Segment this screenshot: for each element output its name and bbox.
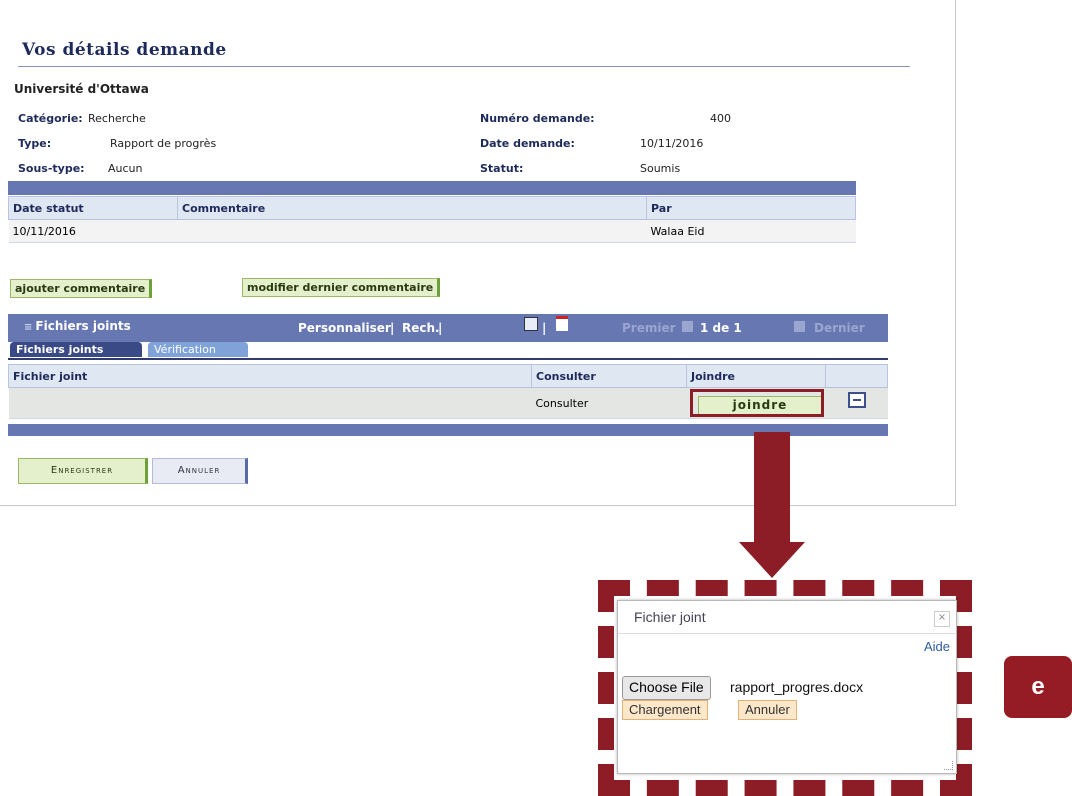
pager-first: Premier bbox=[622, 321, 676, 335]
edit-last-comment-button[interactable]: modifier dernier commentaire bbox=[242, 278, 441, 297]
grid-options-icon: ≡ bbox=[24, 322, 33, 333]
status-grid-bar bbox=[8, 181, 856, 195]
date-status-header: Date statut bbox=[8, 196, 178, 220]
separator-1: | bbox=[390, 321, 395, 335]
next-arrow-icon bbox=[794, 321, 805, 332]
personalize-link[interactable]: Personnaliser bbox=[298, 321, 391, 335]
attachments-title-text: Fichiers joints bbox=[35, 319, 131, 333]
request-number-value: 400 bbox=[710, 112, 731, 125]
title-divider bbox=[18, 66, 910, 67]
status-table: Date statut Commentaire Par 10/11/2016 W… bbox=[8, 196, 856, 243]
comment-cell bbox=[177, 219, 647, 243]
attachments-header-bar bbox=[8, 314, 888, 342]
request-details-panel: Vos détails demande Université d'Ottawa … bbox=[0, 0, 956, 506]
type-value: Rapport de progrès bbox=[110, 137, 217, 150]
subtype-label: Sous-type: bbox=[18, 162, 85, 175]
request-date-value: 10/11/2016 bbox=[640, 137, 704, 150]
upload-button[interactable]: Chargement bbox=[622, 700, 708, 720]
zoom-grid-icon[interactable] bbox=[524, 317, 538, 331]
request-number-label: Numéro demande: bbox=[480, 112, 595, 125]
file-header: Fichier joint bbox=[8, 364, 532, 388]
add-comment-button[interactable]: ajouter commentaire bbox=[10, 279, 153, 298]
category-value: Recherche bbox=[88, 112, 146, 125]
dialog-title: Fichier joint bbox=[634, 609, 706, 625]
choose-file-button[interactable]: Choose File bbox=[622, 676, 711, 700]
subtype-value: Aucun bbox=[108, 162, 143, 175]
attach-header: Joindre bbox=[686, 364, 826, 388]
request-date-label: Date demande: bbox=[480, 137, 575, 150]
attachment-dialog: Fichier joint × Aide Choose File rapport… bbox=[617, 600, 957, 774]
attach-highlight bbox=[690, 389, 824, 417]
category-label: Catégorie: bbox=[18, 112, 83, 125]
separator-3: | bbox=[542, 321, 547, 335]
resize-handle-icon[interactable] bbox=[944, 761, 953, 770]
page-title: Vos détails demande bbox=[22, 40, 227, 60]
save-button[interactable]: Enregistrer bbox=[18, 458, 148, 484]
step-badge: e bbox=[1004, 656, 1072, 718]
tab-underline bbox=[8, 358, 888, 360]
table-row: 10/11/2016 Walaa Eid bbox=[8, 219, 856, 243]
organization-name: Université d'Ottawa bbox=[14, 82, 149, 96]
search-link[interactable]: Rech. bbox=[402, 321, 440, 335]
view-header: Consulter bbox=[531, 364, 687, 388]
delete-row-icon[interactable] bbox=[848, 392, 866, 408]
previous-arrow-icon bbox=[682, 321, 693, 332]
action-header bbox=[825, 364, 888, 388]
cancel-button[interactable]: Annuler bbox=[152, 458, 248, 484]
help-link[interactable]: Aide bbox=[924, 639, 950, 654]
pager-last: Dernier bbox=[814, 321, 865, 335]
tab-verification[interactable]: Vérification bbox=[148, 342, 248, 357]
dialog-divider bbox=[618, 633, 956, 634]
close-icon[interactable]: × bbox=[934, 611, 950, 627]
comment-header: Commentaire bbox=[177, 196, 647, 220]
by-header: Par bbox=[646, 196, 856, 220]
selected-filename: rapport_progres.docx bbox=[730, 679, 864, 695]
view-link[interactable]: Consulter bbox=[531, 387, 687, 419]
dialog-cancel-button[interactable]: Annuler bbox=[738, 700, 797, 720]
status-value: Soumis bbox=[640, 162, 681, 175]
tab-attachments[interactable]: Fichiers joints bbox=[10, 342, 142, 357]
file-cell bbox=[8, 387, 532, 419]
pointer-arrow-shaft bbox=[754, 432, 790, 544]
by-cell: Walaa Eid bbox=[646, 219, 856, 243]
pager-range: 1 de 1 bbox=[700, 321, 742, 335]
download-icon[interactable] bbox=[556, 316, 568, 331]
date-status-cell: 10/11/2016 bbox=[8, 219, 178, 243]
status-label: Statut: bbox=[480, 162, 524, 175]
attachments-title: ≡ Fichiers joints bbox=[24, 319, 131, 333]
pointer-arrow-head bbox=[739, 542, 805, 578]
separator-2: | bbox=[438, 321, 443, 335]
type-label: Type: bbox=[18, 137, 52, 150]
